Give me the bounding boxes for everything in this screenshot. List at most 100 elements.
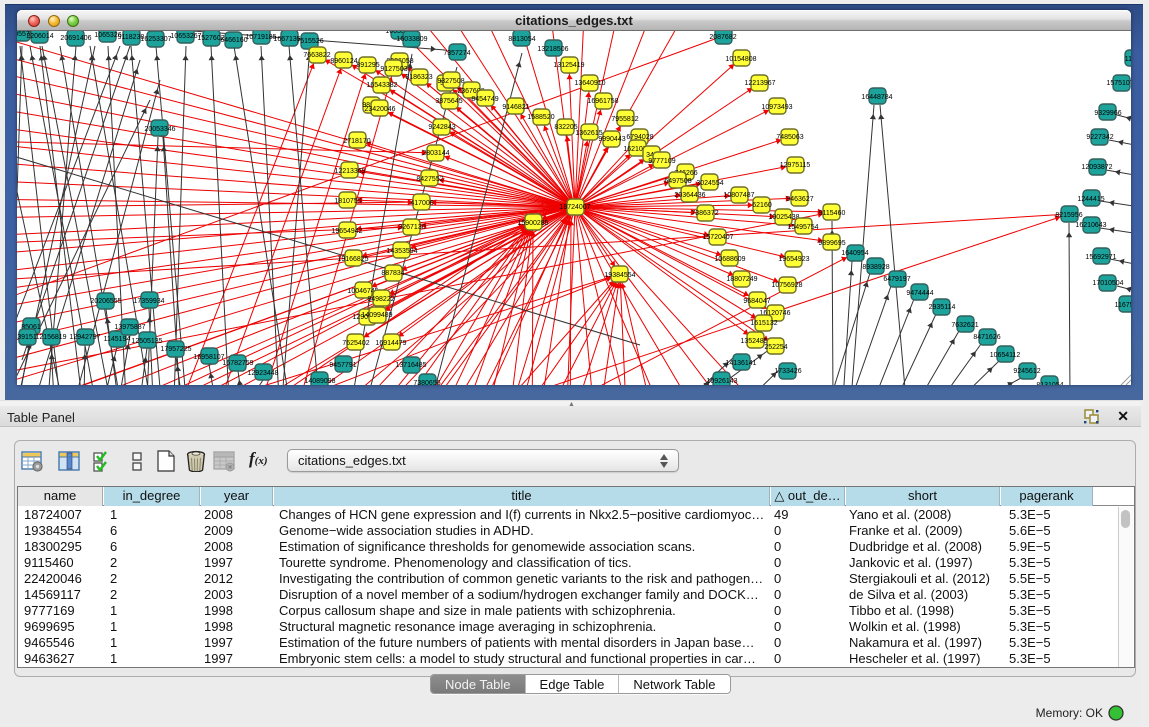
svg-text:15692971: 15692971 xyxy=(1085,254,1116,261)
svg-text:12505135: 12505135 xyxy=(131,338,162,345)
svg-text:1244415: 1244415 xyxy=(1077,196,1104,203)
svg-text:10719185: 10719185 xyxy=(245,34,276,41)
svg-text:9146821: 9146821 xyxy=(502,104,529,111)
svg-text:7357274: 7357274 xyxy=(443,50,470,57)
svg-text:10654112: 10654112 xyxy=(990,352,1021,359)
svg-text:7515526: 7515526 xyxy=(296,38,323,45)
svg-text:9115460: 9115460 xyxy=(819,210,846,217)
svg-text:13640910: 13640910 xyxy=(574,80,605,87)
svg-text:12942797: 12942797 xyxy=(69,334,100,341)
svg-text:23420046: 23420046 xyxy=(364,106,395,113)
svg-text:16961758: 16961758 xyxy=(587,98,618,105)
svg-text:10926143: 10926143 xyxy=(706,378,737,385)
svg-text:8813054: 8813054 xyxy=(508,36,535,43)
svg-text:19384554: 19384554 xyxy=(604,272,635,279)
svg-text:19166825: 19166825 xyxy=(337,256,368,263)
svg-text:16958107: 16958107 xyxy=(193,354,224,361)
svg-text:39151: 39151 xyxy=(17,334,37,341)
svg-text:10807487: 10807487 xyxy=(723,192,754,199)
svg-text:2087682: 2087682 xyxy=(709,34,736,41)
svg-text:14089098: 14089098 xyxy=(304,378,335,385)
svg-text:1588520: 1588520 xyxy=(527,114,554,121)
svg-text:2206014: 2206014 xyxy=(26,33,53,40)
svg-text:887834: 887834 xyxy=(381,270,404,277)
svg-text:7386372: 7386372 xyxy=(691,210,718,217)
svg-text:13218506: 13218506 xyxy=(537,46,568,53)
svg-text:9777109: 9777109 xyxy=(648,158,675,165)
svg-text:8131054: 8131054 xyxy=(1036,382,1063,385)
svg-text:3024554: 3024554 xyxy=(696,180,723,187)
svg-text:252254: 252254 xyxy=(764,344,787,351)
svg-text:7632621: 7632621 xyxy=(951,322,978,329)
svg-text:62160: 62160 xyxy=(752,202,772,209)
svg-text:9457791: 9457791 xyxy=(329,362,356,369)
svg-text:7955812: 7955812 xyxy=(611,116,638,123)
svg-text:7663822: 7663822 xyxy=(303,52,330,59)
svg-text:9990443: 9990443 xyxy=(598,136,625,143)
svg-text:14136141: 14136141 xyxy=(725,360,756,367)
svg-text:2803144: 2803144 xyxy=(422,150,449,157)
svg-text:2935114: 2935114 xyxy=(929,304,956,311)
svg-text:15751074: 15751074 xyxy=(1106,80,1131,87)
svg-text:18807249: 18807249 xyxy=(726,276,757,283)
svg-text:12156819: 12156819 xyxy=(35,334,66,341)
svg-text:9474444: 9474444 xyxy=(906,290,933,297)
svg-text:15900285: 15900285 xyxy=(517,220,548,227)
svg-text:14353594: 14353594 xyxy=(386,248,417,255)
svg-text:20206555: 20206555 xyxy=(90,298,121,305)
svg-text:9463627: 9463627 xyxy=(786,196,813,203)
svg-text:7485063: 7485063 xyxy=(776,134,803,141)
svg-text:8938928: 8938928 xyxy=(862,264,889,271)
svg-text:9242843: 9242843 xyxy=(428,124,455,131)
svg-text:1145194: 1145194 xyxy=(104,336,131,343)
svg-text:9245612: 9245612 xyxy=(1013,368,1040,375)
svg-text:19654923: 19654923 xyxy=(778,256,809,263)
svg-text:12975115: 12975115 xyxy=(780,162,811,169)
svg-text:1615132: 1615132 xyxy=(750,320,777,327)
svg-text:16033809: 16033809 xyxy=(396,36,427,43)
svg-text:9684047: 9684047 xyxy=(743,298,770,305)
svg-text:19654942: 19654942 xyxy=(331,228,362,235)
svg-text:8186323: 8186323 xyxy=(405,74,432,81)
svg-text:12213369: 12213369 xyxy=(334,168,365,175)
svg-text:12213967: 12213967 xyxy=(744,80,775,87)
svg-text:10756928: 10756928 xyxy=(771,282,802,289)
svg-text:16253307: 16253307 xyxy=(140,36,171,43)
svg-text:17957225: 17957225 xyxy=(160,346,191,353)
svg-text:18724007: 18724007 xyxy=(559,204,590,211)
svg-text:8215956: 8215956 xyxy=(1055,212,1082,219)
svg-text:10973493: 10973493 xyxy=(761,104,792,111)
svg-text:16543382: 16543382 xyxy=(366,82,397,89)
svg-text:417006: 417006 xyxy=(410,200,433,207)
svg-text:1640954: 1640954 xyxy=(841,250,868,257)
svg-text:6466160: 6466160 xyxy=(220,37,247,44)
svg-text:8471626: 8471626 xyxy=(973,334,1000,341)
svg-text:6479197: 6479197 xyxy=(883,276,910,283)
svg-text:7380656: 7380656 xyxy=(413,380,440,385)
svg-text:9227342: 9227342 xyxy=(1086,134,1113,141)
svg-text:15495754: 15495754 xyxy=(787,224,818,231)
svg-text:832205: 832205 xyxy=(554,124,577,131)
svg-text:16210643: 16210643 xyxy=(1075,222,1106,229)
svg-text:10688609: 10688609 xyxy=(714,256,745,263)
svg-text:9327508: 9327508 xyxy=(437,78,464,85)
svg-text:12923448: 12923448 xyxy=(247,370,278,377)
svg-text:12093872: 12093872 xyxy=(1081,164,1112,171)
svg-text:3267130: 3267130 xyxy=(398,224,425,231)
svg-text:3875645: 3875645 xyxy=(435,98,462,105)
svg-text:891295: 891295 xyxy=(356,62,379,69)
svg-text:13975887: 13975887 xyxy=(114,324,145,331)
svg-text:16448784: 16448784 xyxy=(861,94,892,101)
svg-text:13716485: 13716485 xyxy=(395,362,426,369)
svg-text:20364436: 20364436 xyxy=(674,192,705,199)
svg-text:8427552: 8427552 xyxy=(416,176,443,183)
svg-text:1167531: 1167531 xyxy=(1115,302,1131,309)
svg-text:20691406: 20691406 xyxy=(60,35,91,42)
svg-text:17359934: 17359934 xyxy=(133,298,164,305)
svg-text:16914479: 16914479 xyxy=(375,340,406,347)
svg-text:2718170: 2718170 xyxy=(343,138,370,145)
svg-text:13125419: 13125419 xyxy=(553,62,584,69)
svg-text:9498222: 9498222 xyxy=(367,296,394,303)
svg-text:14099489: 14099489 xyxy=(361,312,392,319)
svg-text:7625402: 7625402 xyxy=(342,340,369,347)
